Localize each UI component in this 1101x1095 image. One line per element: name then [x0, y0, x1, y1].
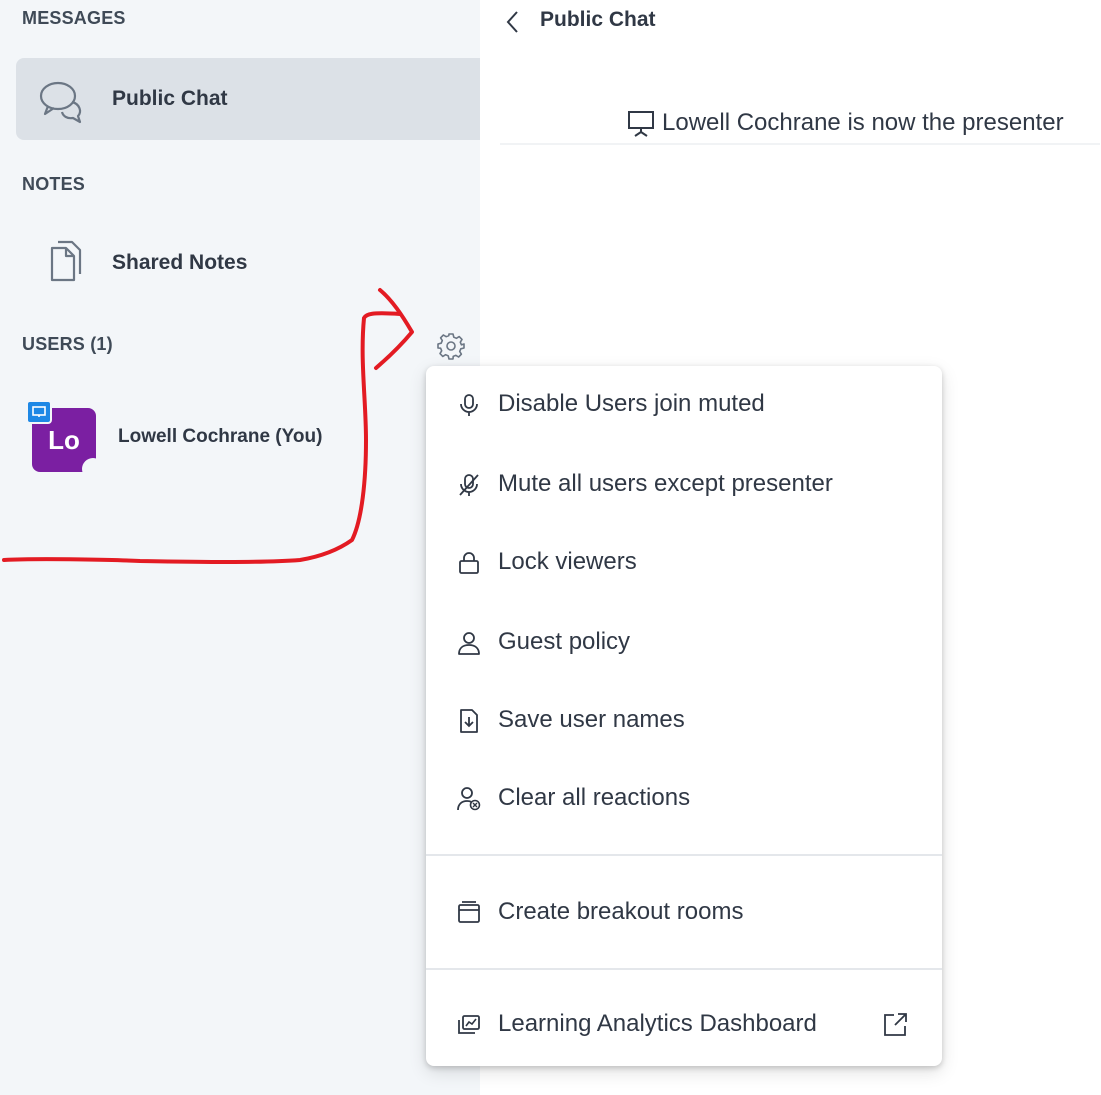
menu-item-label: Create breakout rooms [498, 898, 744, 925]
users-section-title: USERS (1) [22, 334, 113, 354]
gear-icon[interactable] [436, 331, 466, 361]
menu-item-lock-viewers[interactable]: Lock viewers [426, 532, 942, 592]
menu-item-label: Clear all reactions [498, 784, 691, 811]
menu-item-mute-all-except-presenter[interactable]: Mute all users except presenter [426, 454, 942, 514]
avatar-status-notch [82, 458, 104, 480]
chat-bubbles-icon [39, 81, 82, 124]
menu-item-label: Disable Users join muted [498, 390, 765, 417]
menu-item-save-user-names[interactable]: Save user names [426, 690, 942, 750]
sidebar-item-shared-notes[interactable]: Shared Notes [16, 222, 480, 304]
menu-item-label: Lock viewers [498, 548, 637, 575]
user-icon [458, 632, 480, 655]
breakout-rooms-icon [458, 901, 480, 923]
notes-document-icon [50, 240, 82, 282]
menu-item-create-breakout-rooms[interactable]: Create breakout rooms [426, 882, 942, 942]
menu-item-disable-users-join-muted[interactable]: Disable Users join muted [426, 374, 942, 434]
menu-item-learning-analytics-dashboard[interactable]: Learning Analytics Dashboard [426, 994, 942, 1054]
notes-section-title: NOTES [22, 174, 86, 194]
presenter-icon [26, 400, 52, 424]
microphone-muted-icon [459, 474, 479, 496]
presentation-icon [628, 111, 654, 137]
messages-section-title: MESSAGES [22, 8, 126, 28]
menu-item-clear-all-reactions[interactable]: Clear all reactions [426, 768, 942, 828]
menu-divider [426, 968, 942, 970]
avatar-initials: Lo [48, 424, 80, 455]
menu-item-label: Guest policy [498, 628, 631, 655]
system-message-text: Lowell Cochrane is now the presenter [662, 109, 1064, 136]
system-message: Lowell Cochrane is now the presenter [626, 108, 1064, 138]
user-list-item[interactable]: Lo Lowell Cochrane (You) [0, 398, 480, 480]
microphone-icon [460, 394, 478, 416]
menu-item-label: Learning Analytics Dashboard [498, 1010, 817, 1037]
user-clear-icon [457, 787, 481, 811]
menu-item-label: Save user names [498, 706, 685, 733]
chat-title: Public Chat [540, 8, 656, 31]
sidebar-item-label: Public Chat [112, 87, 228, 110]
menu-divider [426, 854, 942, 856]
message-divider [500, 143, 1100, 145]
chevron-left-icon[interactable] [502, 8, 522, 36]
analytics-dashboard-icon [458, 1015, 480, 1034]
external-link-icon [884, 1013, 907, 1036]
menu-item-label: Mute all users except presenter [498, 470, 833, 497]
sidebar: MESSAGES Public Chat NOTES Shared Notes … [0, 0, 480, 1095]
lock-icon [459, 552, 479, 574]
chat-header: Public Chat [490, 0, 1090, 42]
menu-item-guest-policy[interactable]: Guest policy [426, 612, 942, 672]
user-options-menu: Disable Users join muted Mute all users … [426, 366, 942, 1066]
user-name: Lowell Cochrane (You) [118, 426, 323, 447]
sidebar-item-public-chat[interactable]: Public Chat [16, 58, 480, 140]
download-file-icon [460, 709, 478, 733]
sidebar-item-label: Shared Notes [112, 251, 248, 274]
